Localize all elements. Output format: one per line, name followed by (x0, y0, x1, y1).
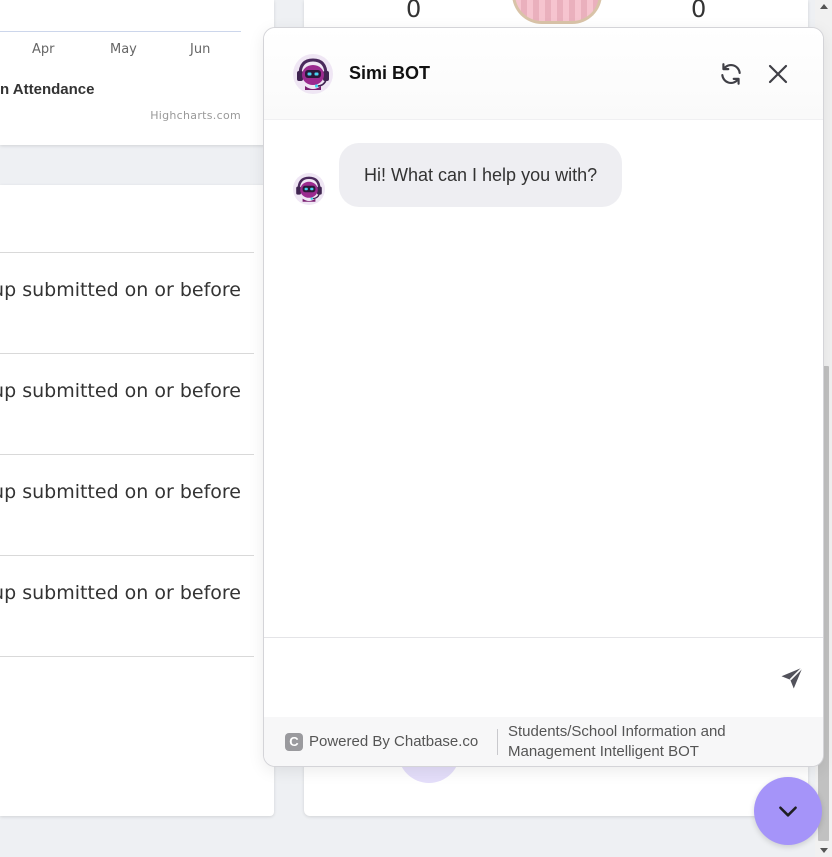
assignment-list-card: oup submitted on or before oup submitted… (0, 185, 274, 816)
chat-toggle-button[interactable] (754, 777, 822, 845)
bot-avatar-icon (293, 54, 333, 94)
list-item-text: oup submitted on or before (0, 279, 241, 301)
list-item-text: oup submitted on or before (0, 582, 241, 604)
send-icon[interactable] (778, 664, 806, 692)
chart-x-axis (0, 31, 241, 32)
bot-name: Simi BOT (349, 63, 431, 83)
chat-footer: C Powered By Chatbase.co Students/School… (264, 717, 823, 766)
chart-x-tick: Apr (32, 42, 55, 57)
chevron-down-icon (779, 806, 797, 817)
message-input[interactable] (284, 652, 764, 702)
refresh-icon (721, 63, 741, 85)
scroll-down-arrow-icon[interactable] (820, 848, 828, 853)
chart-title: n Attendance (0, 81, 95, 98)
refresh-button[interactable] (716, 59, 746, 89)
message-list[interactable]: Hi! What can I help you with? (264, 120, 823, 637)
scroll-up-arrow-icon[interactable] (820, 4, 828, 9)
bot-message-bubble: Hi! What can I help you with? (339, 143, 623, 207)
list-item[interactable]: oup submitted on or before (0, 252, 254, 301)
list-divider (0, 656, 254, 657)
close-icon (768, 64, 788, 84)
message-composer (264, 637, 823, 717)
footer-divider (497, 729, 498, 755)
list-item-text: oup submitted on or before (0, 380, 241, 402)
list-item[interactable]: oup submitted on or before (0, 555, 254, 604)
close-button[interactable] (763, 59, 793, 89)
list-item-text: oup submitted on or before (0, 481, 241, 503)
stat-value-left: 0 (406, 0, 422, 23)
chatbase-logo-icon: C (285, 733, 303, 751)
chart-x-tick: May (110, 42, 137, 57)
attendance-chart-card: Apr May Jun n Attendance Highcharts.com (0, 0, 274, 145)
chatbot-window: Simi BOT Hi! What can I help you with? C… (263, 27, 824, 767)
bot-description: Students/School Information and Manageme… (508, 723, 726, 760)
list-item[interactable]: oup submitted on or before (0, 353, 254, 402)
bot-avatar-icon (293, 173, 325, 205)
list-item[interactable]: oup submitted on or before (0, 454, 254, 503)
chat-header: Simi BOT (264, 28, 823, 120)
highcharts-credit-link[interactable]: Highcharts.com (150, 109, 241, 122)
stat-value-right: 0 (691, 0, 707, 23)
powered-by-link[interactable]: Powered By Chatbase.co (309, 733, 478, 750)
birthday-cake-image (512, 0, 602, 24)
chart-x-tick: Jun (190, 42, 211, 57)
